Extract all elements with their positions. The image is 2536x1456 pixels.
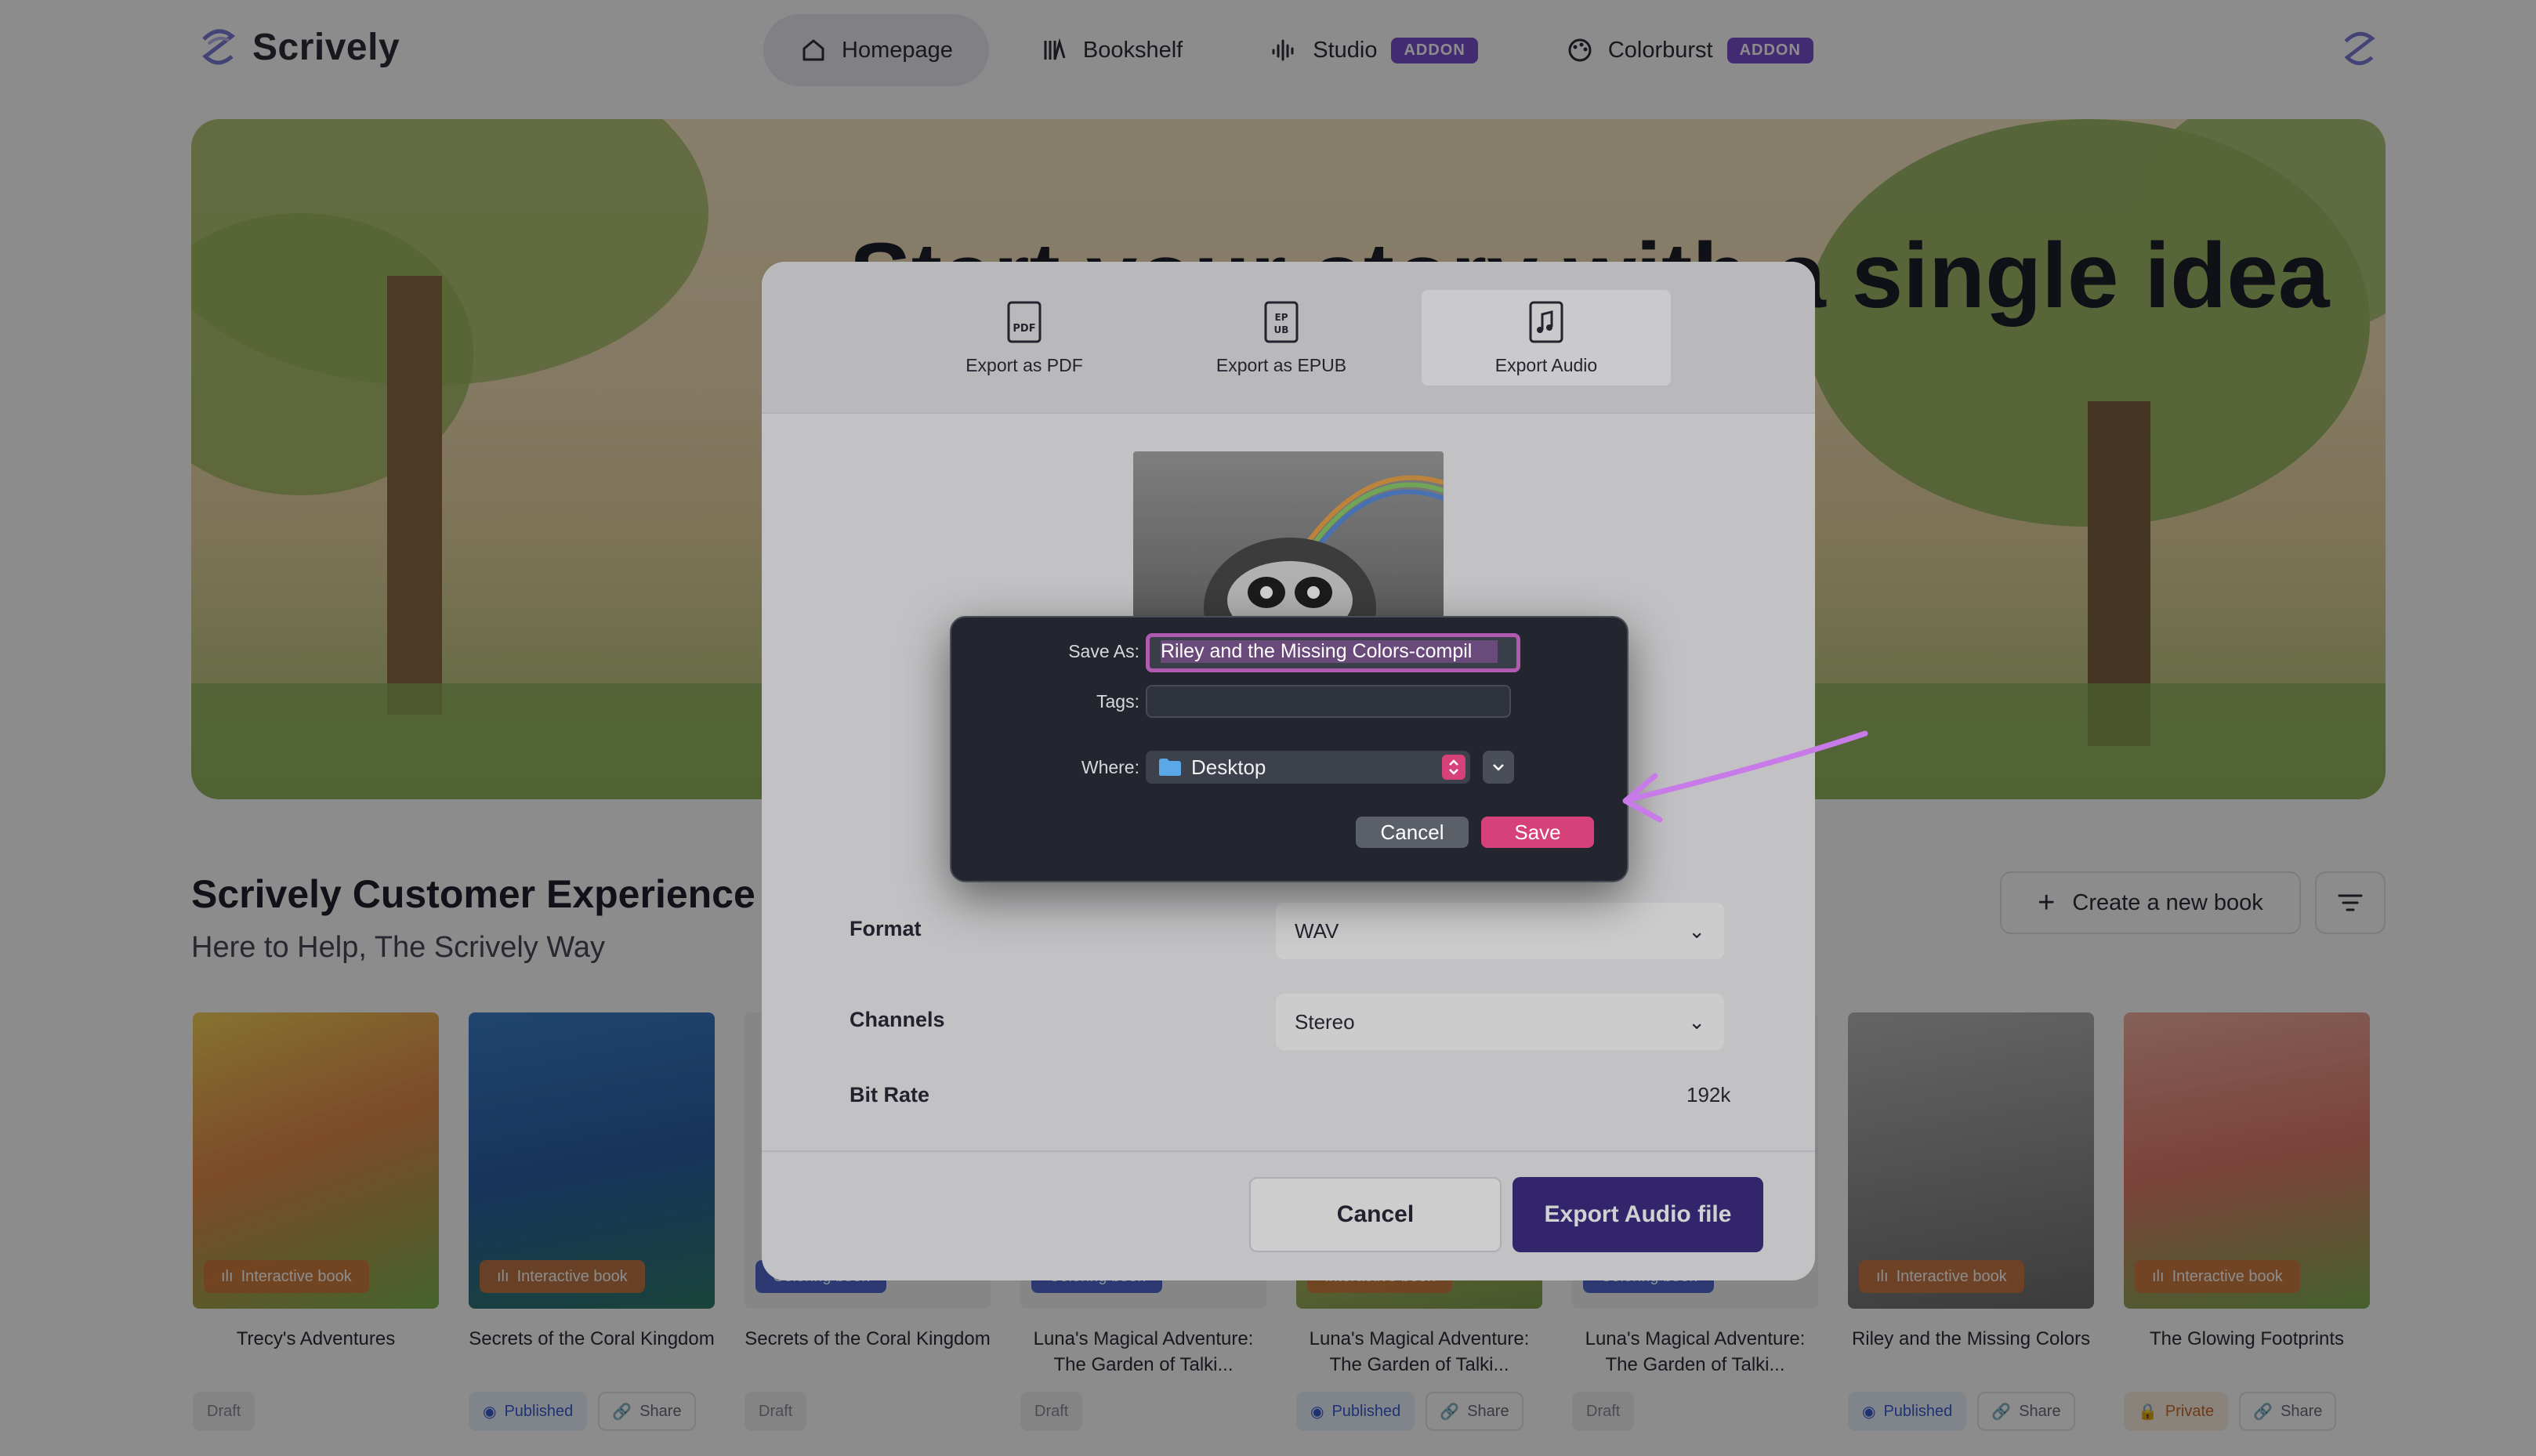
where-value: Desktop: [1191, 755, 1266, 779]
dialog-cancel-button[interactable]: Cancel: [1356, 817, 1469, 848]
where-select[interactable]: Desktop: [1146, 751, 1470, 784]
chevron-down-icon: [1493, 764, 1504, 771]
save-dialog: Save As: Riley and the Missing Colors-co…: [950, 616, 1628, 882]
folder-icon: [1159, 759, 1181, 776]
expand-dialog-button[interactable]: [1483, 751, 1514, 784]
dialog-save-button[interactable]: Save: [1481, 817, 1594, 848]
updown-chevron-icon: [1442, 755, 1465, 780]
where-label: Where:: [1081, 757, 1139, 777]
save-as-label: Save As:: [1068, 641, 1139, 661]
save-as-value: Riley and the Missing Colors-compil: [1161, 640, 1498, 663]
annotation-arrow: [1622, 730, 1868, 823]
tags-field[interactable]: [1146, 685, 1511, 718]
tags-label: Tags:: [1096, 691, 1139, 712]
save-as-field[interactable]: Riley and the Missing Colors-compil: [1146, 633, 1520, 672]
